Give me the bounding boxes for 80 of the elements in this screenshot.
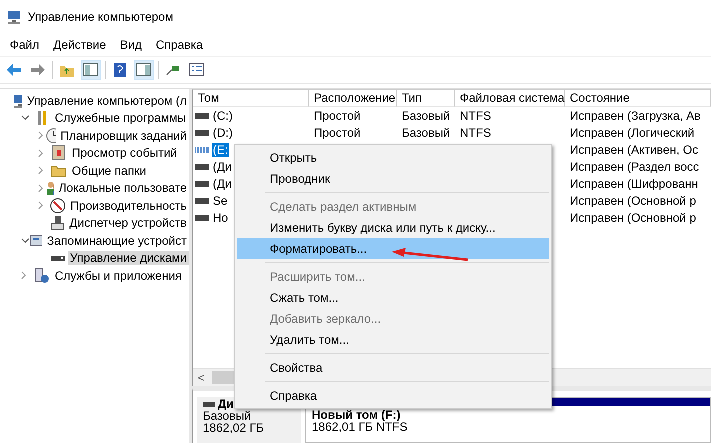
table-cell-text: Исправен (Шифрованн bbox=[569, 176, 700, 190]
table-cell-text: Исправен (Загрузка, Ав bbox=[569, 108, 702, 122]
table-cell-text: Исправен (Основной р bbox=[569, 210, 698, 224]
volume-name: Новый том (F:) bbox=[312, 409, 402, 421]
menu-item[interactable]: Сжать том... bbox=[237, 287, 549, 308]
checklist-icon bbox=[189, 63, 205, 77]
computer-icon bbox=[12, 92, 22, 109]
menu-item[interactable]: Открыть bbox=[237, 147, 549, 168]
disk-name: Ди bbox=[218, 398, 234, 410]
help-icon bbox=[113, 62, 127, 78]
back-arrow-icon bbox=[6, 63, 22, 77]
tree-item[interactable]: Управление компьютером (л bbox=[25, 94, 189, 108]
menu-item[interactable]: Свойства bbox=[237, 357, 549, 378]
disk-type: Базовый bbox=[203, 410, 252, 422]
tree-pane-icon bbox=[83, 63, 99, 77]
table-cell-text: Исправен (Раздел восс bbox=[569, 160, 700, 174]
device-icon bbox=[50, 215, 65, 232]
drive-icon bbox=[195, 214, 209, 220]
tree-item[interactable]: Запоминающие устройст bbox=[45, 234, 189, 248]
drive-icon bbox=[203, 402, 215, 406]
tree-item[interactable]: Общие папки bbox=[70, 164, 148, 178]
tree-item[interactable]: Производительность bbox=[68, 198, 189, 213]
menu-item[interactable]: Форматировать... bbox=[237, 238, 549, 259]
disk-size: 1862,02 ГБ bbox=[203, 422, 266, 434]
table-cell-text: Простой bbox=[313, 126, 362, 140]
column-header[interactable]: Расположение bbox=[309, 90, 397, 107]
tree-item[interactable]: Просмотр событий bbox=[70, 146, 180, 160]
toolbar-button[interactable] bbox=[134, 60, 154, 80]
striped-drive-icon bbox=[195, 146, 209, 152]
table-cell[interactable]: Se bbox=[212, 194, 229, 208]
menu-item[interactable]: Вид bbox=[113, 38, 149, 52]
menu-item[interactable]: Справка bbox=[149, 38, 210, 52]
expand-chevron-icon[interactable] bbox=[21, 271, 27, 280]
tree-item[interactable]: Диспетчер устройств bbox=[68, 216, 189, 230]
menu-item[interactable]: Удалить том... bbox=[237, 329, 549, 350]
users-icon bbox=[45, 180, 54, 196]
drive-icon bbox=[195, 164, 209, 170]
table-cell-text: Базовый bbox=[401, 108, 452, 122]
menu-item[interactable]: Файл bbox=[3, 38, 47, 52]
table-cell-text: NTFS bbox=[459, 108, 492, 122]
volume-info: 1862,01 ГБ NTFS bbox=[312, 421, 409, 433]
column-header[interactable]: Том bbox=[193, 90, 309, 107]
table-cell[interactable]: (E: bbox=[212, 142, 230, 156]
log-icon bbox=[51, 145, 67, 162]
collapse-chevron-icon[interactable] bbox=[21, 238, 30, 244]
table-cell-text: Простой bbox=[313, 108, 362, 122]
storage-icon bbox=[30, 232, 42, 249]
menu-item[interactable]: Проводник bbox=[237, 168, 549, 189]
forward-arrow-icon bbox=[30, 63, 46, 77]
services-icon bbox=[34, 268, 50, 284]
column-header[interactable]: Состояние bbox=[565, 90, 711, 107]
drive-icon bbox=[195, 112, 209, 118]
tree-item[interactable]: Планировщик заданий bbox=[58, 128, 189, 143]
table-cell[interactable]: (Ди bbox=[212, 160, 233, 174]
table-cell-text: Исправен (Логический bbox=[569, 126, 696, 140]
table-cell[interactable]: Ho bbox=[212, 210, 230, 224]
table-cell-text: Исправен (Основной р bbox=[569, 194, 698, 208]
tree-item[interactable]: Локальные пользовате bbox=[56, 181, 189, 196]
tree-item[interactable]: Служебные программы bbox=[53, 111, 188, 126]
table-cell[interactable]: (D:) bbox=[212, 126, 234, 140]
drive-icon bbox=[195, 198, 209, 204]
menu-item[interactable]: Изменить букву диска или путь к диску... bbox=[237, 217, 549, 238]
table-cell-text: Базовый bbox=[401, 126, 452, 140]
action-pane-icon bbox=[136, 63, 152, 77]
clock-icon bbox=[46, 128, 56, 144]
window-title: Управление компьютером bbox=[28, 10, 174, 24]
drive-icon bbox=[195, 130, 209, 136]
computer-icon bbox=[6, 9, 22, 25]
table-cell[interactable]: (Ди bbox=[212, 176, 233, 190]
tree-item[interactable]: Службы и приложения bbox=[53, 268, 184, 283]
column-header[interactable]: Файловая система bbox=[455, 90, 565, 107]
menu-item[interactable]: Действие bbox=[46, 38, 114, 52]
tree-item[interactable]: Управление дисками bbox=[68, 251, 189, 266]
table-cell[interactable]: (C:) bbox=[212, 108, 234, 122]
toolbar-button[interactable] bbox=[81, 60, 101, 80]
drive-icon bbox=[195, 180, 209, 186]
table-cell-text: Исправен (Активен, Ос bbox=[569, 142, 700, 156]
column-header[interactable]: Тип bbox=[397, 90, 455, 107]
table-cell-text: NTFS bbox=[459, 126, 492, 140]
collapse-chevron-icon[interactable] bbox=[21, 115, 30, 122]
